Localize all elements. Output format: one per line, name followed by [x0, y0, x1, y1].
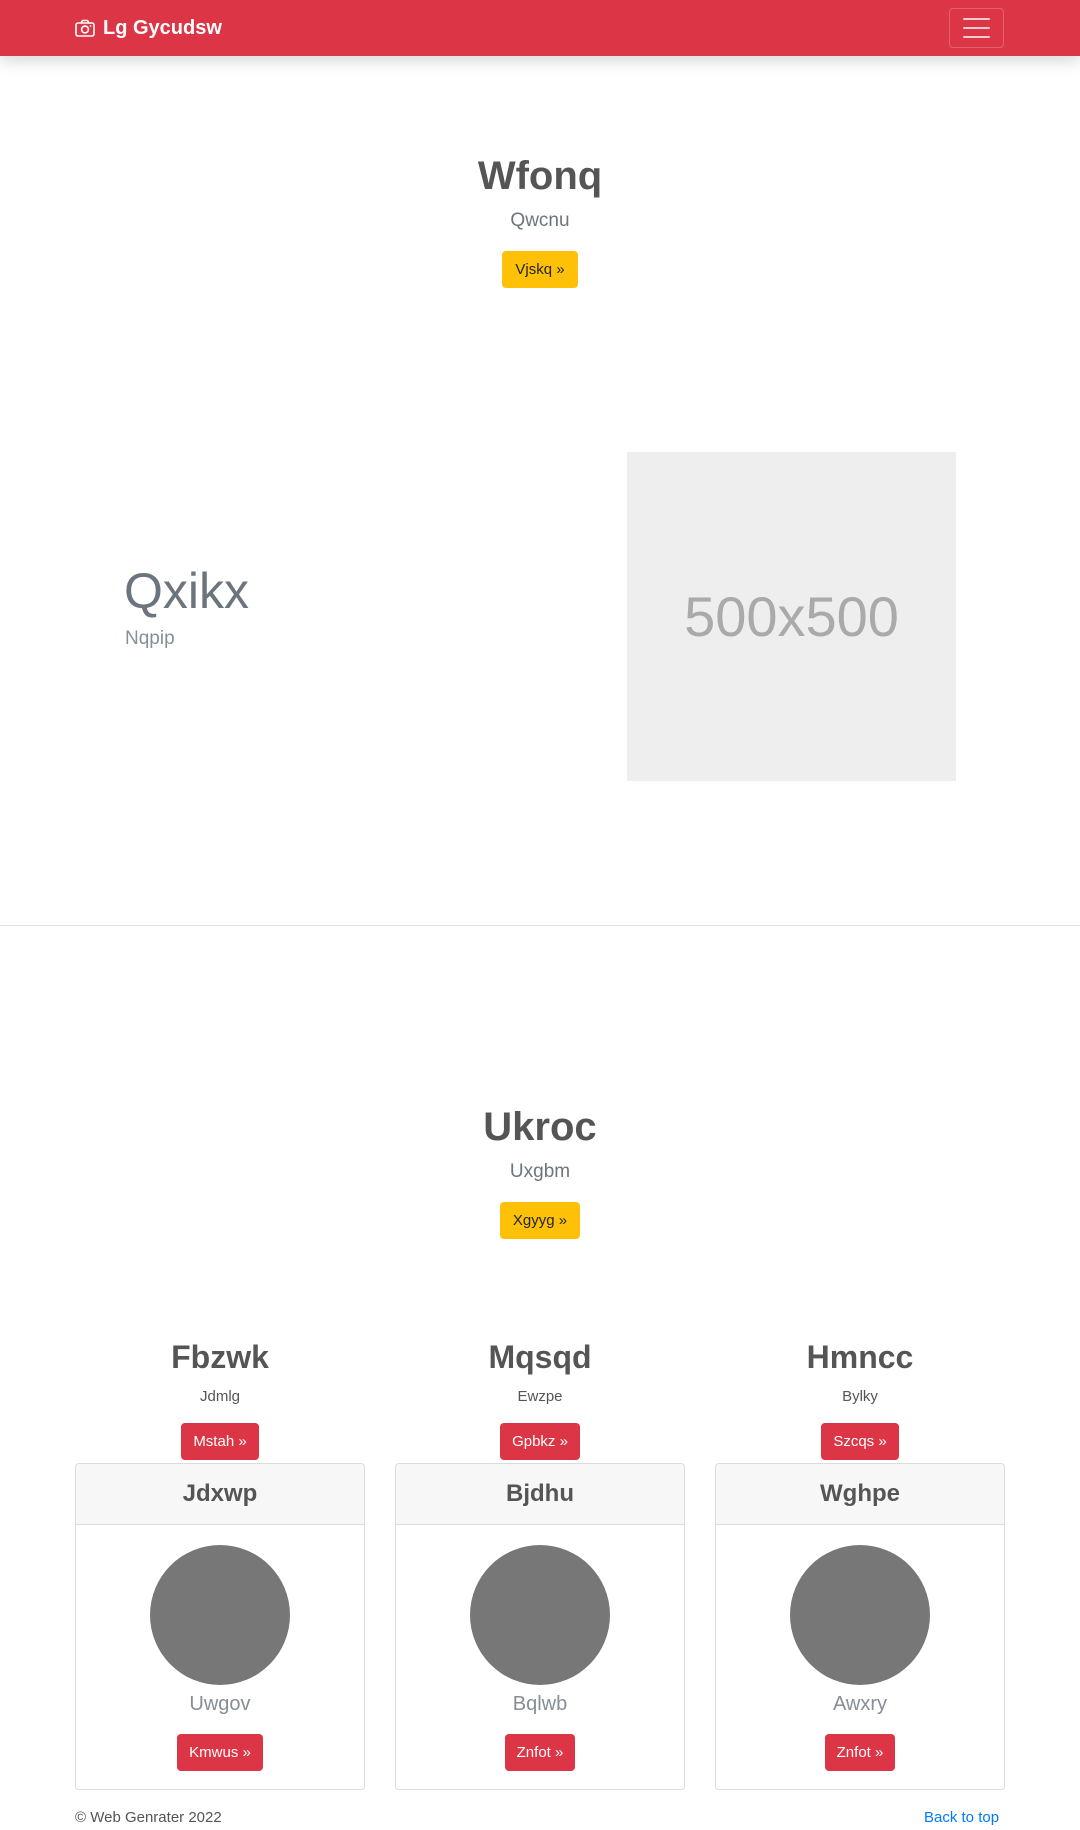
- column-text: Jdmlg: [199, 1388, 240, 1406]
- placeholder-image: 500x500: [627, 452, 956, 781]
- card-name: Bqlwb: [512, 1693, 568, 1715]
- brand-link[interactable]: Lg Gycudsw: [75, 0, 222, 56]
- hero-title: Ukroc: [483, 1105, 597, 1149]
- footer-copyright: © Web Genrater 2022: [75, 1809, 222, 1826]
- back-to-top-link[interactable]: Back to top: [924, 1809, 999, 1826]
- hero-cta-button[interactable]: Xgyyg »: [499, 1202, 581, 1239]
- hero-section-second: Ukroc Uxgbm Xgyyg »: [0, 1103, 1080, 1239]
- card-name: Awxry: [832, 1693, 888, 1715]
- column-button[interactable]: Mstah »: [181, 1423, 259, 1461]
- column-title: Fbzwk: [171, 1339, 269, 1375]
- card-body: Bqlwb Znfot »: [396, 1545, 684, 1771]
- profile-card: Jdxwp Uwgov Kmwus »: [75, 1463, 365, 1790]
- card-name: Uwgov: [189, 1693, 251, 1715]
- card-header: Wghpe: [716, 1464, 1004, 1525]
- profile-card: Bjdhu Bqlwb Znfot »: [395, 1463, 685, 1790]
- card-button[interactable]: Znfot »: [824, 1734, 896, 1771]
- avatar: [470, 1545, 610, 1685]
- hero-title: Wfonq: [477, 154, 603, 198]
- placeholder-image-label: 500x500: [684, 585, 899, 648]
- column-item: Mqsqd Ewzpe Gpbkz »: [395, 1338, 685, 1461]
- card-header: Bjdhu: [396, 1464, 684, 1525]
- column-item: Fbzwk Jdmlg Mstah »: [75, 1338, 365, 1461]
- section-divider: [0, 925, 1080, 926]
- hero-subtitle: Qwcnu: [510, 210, 570, 231]
- avatar: [150, 1545, 290, 1685]
- card-body: Awxry Znfot »: [716, 1545, 1004, 1771]
- column-button[interactable]: Gpbkz »: [500, 1423, 580, 1461]
- hero-section-top: Wfonq Qwcnu Vjskq »: [0, 152, 1080, 288]
- hamburger-icon-line: [963, 18, 990, 20]
- avatar: [790, 1545, 930, 1685]
- camera-icon: [75, 19, 95, 37]
- feature-title: Qxikx: [124, 563, 249, 619]
- column-item: Hmncc Bylky Szcqs »: [715, 1338, 1005, 1461]
- column-title: Hmncc: [806, 1339, 914, 1375]
- card-body: Uwgov Kmwus »: [76, 1545, 364, 1771]
- hero-cta-button[interactable]: Vjskq »: [502, 251, 578, 288]
- brand-name: Lg Gycudsw: [103, 16, 222, 39]
- hamburger-icon-line: [963, 36, 990, 38]
- feature-subtitle: Nqpip: [125, 628, 175, 649]
- navbar-toggler-button[interactable]: [949, 8, 1004, 48]
- card-button[interactable]: Kmwus »: [177, 1734, 263, 1771]
- column-text: Bylky: [842, 1388, 878, 1406]
- hero-subtitle: Uxgbm: [509, 1161, 571, 1182]
- hamburger-icon-line: [963, 27, 990, 29]
- profile-card: Wghpe Awxry Znfot »: [715, 1463, 1005, 1790]
- column-button[interactable]: Szcqs »: [821, 1423, 899, 1461]
- card-button[interactable]: Znfot »: [504, 1734, 576, 1771]
- column-text: Ewzpe: [517, 1388, 563, 1406]
- column-title: Mqsqd: [488, 1339, 592, 1375]
- navbar: Lg Gycudsw: [0, 0, 1080, 56]
- card-header: Jdxwp: [76, 1464, 364, 1525]
